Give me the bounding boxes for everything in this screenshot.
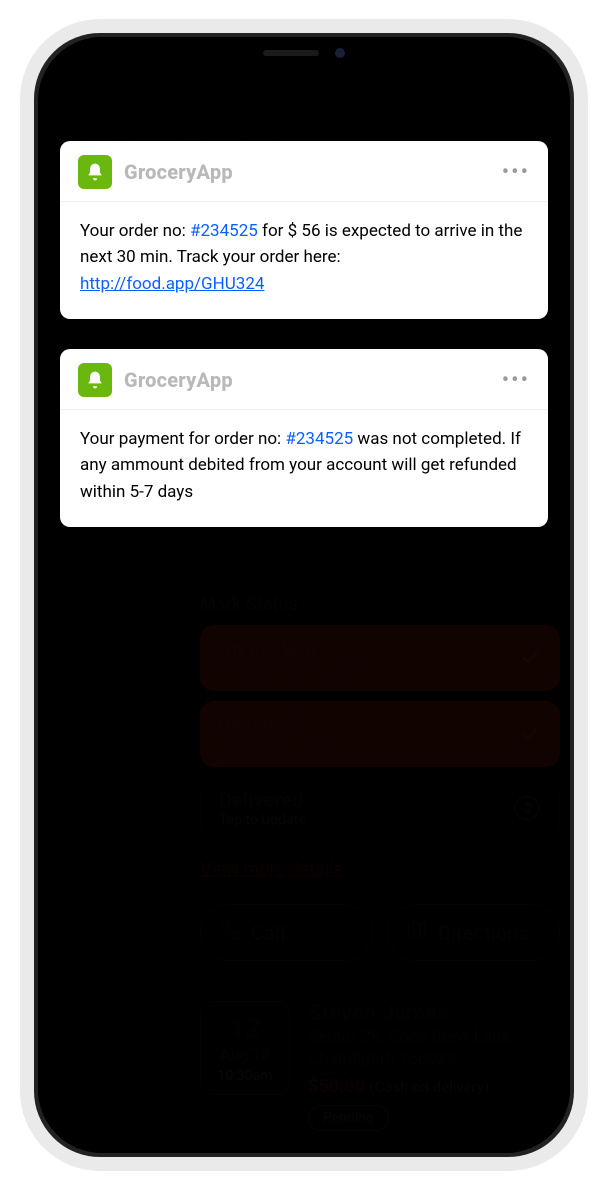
side-button-volume-up xyxy=(28,293,34,379)
side-button-silence xyxy=(28,223,34,271)
notif-text: Your payment for order no: xyxy=(80,429,285,449)
bell-icon xyxy=(78,155,112,189)
notification-body: Your payment for order no: #234525 was n… xyxy=(60,410,548,527)
front-camera xyxy=(335,48,345,58)
notch xyxy=(174,37,434,69)
side-button-power xyxy=(574,323,580,433)
side-button-volume-down xyxy=(28,393,34,479)
more-icon[interactable]: ••• xyxy=(502,160,530,185)
order-number-link[interactable]: #234525 xyxy=(285,429,353,449)
notification-body: Your order no: #234525 for $ 56 is expec… xyxy=(60,202,548,319)
notification-app-name: GroceryApp xyxy=(124,368,233,392)
more-icon[interactable]: ••• xyxy=(502,368,530,393)
order-number-link[interactable]: #234525 xyxy=(190,221,258,241)
bell-icon xyxy=(78,363,112,397)
speaker-grille xyxy=(263,50,319,56)
notification-card[interactable]: GroceryApp ••• Your payment for order no… xyxy=(60,349,548,527)
notification-layer: GroceryApp ••• Your order no: #234525 fo… xyxy=(60,141,548,527)
tracking-link[interactable]: http://food.app/GHU324 xyxy=(80,274,264,294)
phone-screen: Hello, Chris! Mark Status On the Way 12 … xyxy=(38,37,570,1153)
notif-text: Your order no: xyxy=(80,221,190,241)
notification-app-name: GroceryApp xyxy=(124,160,233,184)
notification-card[interactable]: GroceryApp ••• Your order no: #234525 fo… xyxy=(60,141,548,319)
phone-frame: Hello, Chris! Mark Status On the Way 12 … xyxy=(20,19,588,1171)
